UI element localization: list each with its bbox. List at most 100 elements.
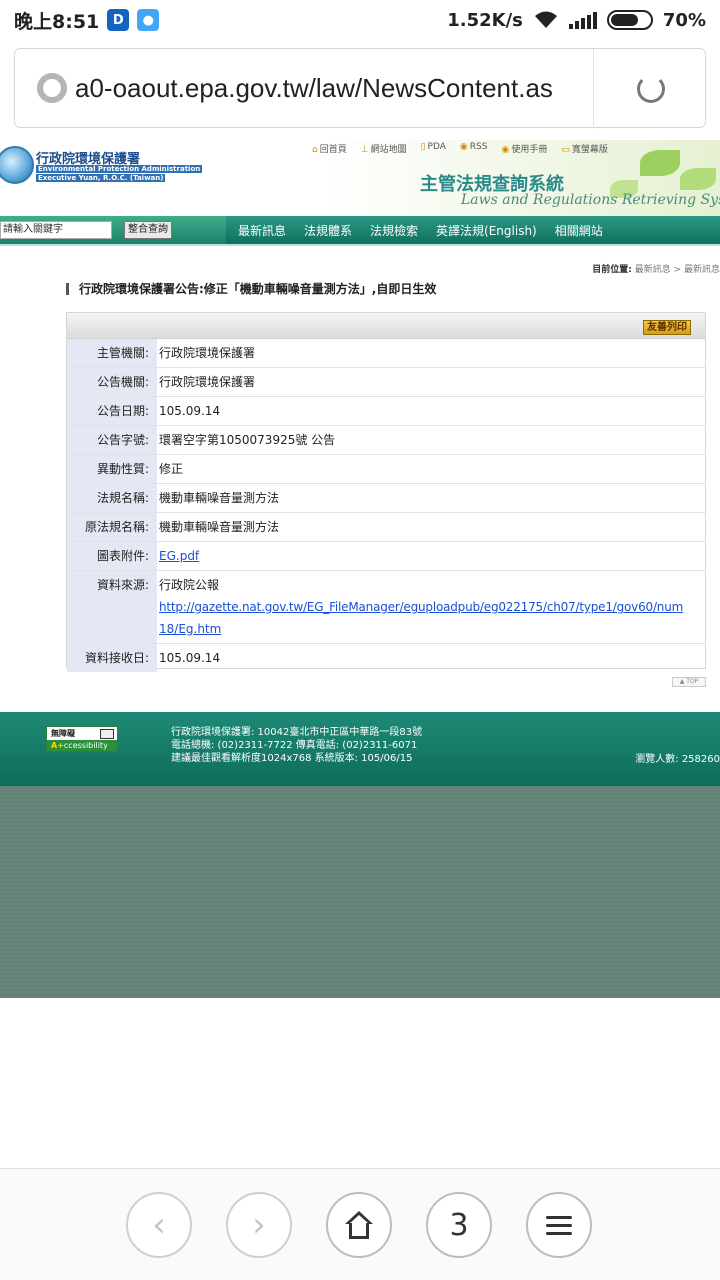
row-value: 環署空字第1050073925號 公告: [159, 433, 336, 447]
nav-item-search[interactable]: 法規檢索: [370, 222, 418, 239]
pda-icon: ▯: [420, 142, 426, 152]
attachment-link[interactable]: EG.pdf: [159, 549, 199, 563]
integrated-search-button[interactable]: 整合查詢: [124, 221, 172, 239]
breadcrumb-path[interactable]: 最新訊息 > 最新訊息: [635, 265, 720, 275]
row-label: 公告機關:: [67, 368, 157, 396]
chevron-right-icon: ›: [252, 1205, 266, 1245]
site-info-icon[interactable]: [37, 73, 67, 103]
leaf-decoration: [640, 150, 680, 176]
row-value: 105.09.14: [159, 651, 221, 665]
app-notification-icon: D: [107, 9, 130, 31]
accessibility-icon: [100, 729, 114, 739]
top-link-home[interactable]: ⌂ 回首頁: [312, 142, 347, 155]
browser-notification-icon: ●: [137, 9, 160, 31]
row-value: 行政院公報 http://gazette.nat.gov.tw/EG_FileM…: [157, 571, 705, 643]
source-link-line-1[interactable]: http://gazette.nat.gov.tw/EG_FileManager…: [159, 596, 705, 618]
wifi-icon: [534, 11, 557, 28]
leaf-decoration: [680, 168, 716, 190]
table-row: 公告日期: 105.09.14: [67, 397, 705, 426]
battery-icon: [606, 10, 653, 30]
footer-address: 行政院環境保護署: 10042臺北市中正區中華路一段83號: [171, 727, 423, 738]
table-row: 主管機關: 行政院環境保護署: [67, 339, 705, 368]
row-value: 行政院環境保護署: [159, 375, 256, 389]
epa-logo-icon[interactable]: [0, 146, 34, 184]
widescreen-icon: ▭: [561, 145, 570, 155]
system-title-en: Laws and Regulations Retrieving System: [461, 192, 720, 208]
menu-button[interactable]: [526, 1192, 592, 1258]
site-header: 行政院環境保護署 Environmental Protection Admini…: [0, 140, 720, 216]
source-name: 行政院公報: [159, 578, 220, 592]
status-right: 1.52K/s 70%: [447, 10, 706, 31]
back-button[interactable]: ‹: [126, 1192, 192, 1258]
top-link-sitemap[interactable]: ⊥ 網站地圖: [361, 142, 407, 155]
tabs-button[interactable]: 3: [426, 1192, 492, 1258]
table-row: 公告字號: 環署空字第1050073925號 公告: [67, 426, 705, 455]
top-link-widescreen[interactable]: ▭ 寬螢幕版: [561, 142, 608, 155]
hamburger-menu-icon: [546, 1215, 572, 1235]
nav-items: 最新訊息 法規體系 法規檢索 英譯法規(English) 相關網站: [226, 222, 603, 239]
nav-item-news[interactable]: 最新訊息: [238, 222, 286, 239]
row-value: 105.09.14: [159, 404, 221, 418]
home-button[interactable]: [326, 1192, 392, 1258]
home-icon: [344, 1211, 374, 1239]
address-divider: [593, 49, 594, 129]
home-icon: ⌂: [312, 145, 318, 155]
network-speed: 1.52K/s: [447, 9, 523, 31]
footer-contact: 行政院環境保護署: 10042臺北市中正區中華路一段83號 電話總機: (02)…: [171, 726, 422, 765]
accessibility-label: 無障礙: [51, 729, 75, 738]
source-link-line-2[interactable]: 18/Eg.htm: [159, 618, 705, 640]
accessibility-text: A+ccessibility: [47, 740, 117, 751]
main-nav: 請輸入關鍵字 整合查詢 最新訊息 法規體系 法規檢索 英譯法規(English)…: [0, 216, 720, 244]
row-label: 原法規名稱:: [67, 513, 157, 541]
row-label: 公告字號:: [67, 426, 157, 454]
row-label: 資料來源:: [67, 571, 157, 643]
url-text[interactable]: a0-oaout.epa.gov.tw/law/NewsContent.as: [75, 73, 575, 104]
table-row: 公告機關: 行政院環境保護署: [67, 368, 705, 397]
top-link-pda[interactable]: ▯ PDA: [421, 142, 446, 155]
title-marker: [66, 282, 69, 295]
page-backdrop: [0, 786, 720, 998]
search-area: 請輸入關鍵字 整合查詢: [0, 216, 226, 244]
print-button[interactable]: 友善列印: [643, 320, 691, 335]
browser-bottom-nav: ‹ › 3: [0, 1168, 720, 1280]
row-value: EG.pdf: [157, 542, 705, 570]
row-value: 修正: [159, 462, 184, 476]
detail-table: 友善列印 主管機關: 行政院環境保護署 公告機關: 行政院環境保護署 公告日期:…: [66, 312, 706, 672]
row-label: 法規名稱:: [67, 484, 157, 512]
row-value: 行政院環境保護署: [159, 346, 256, 360]
table-row: 資料接收日: 105.09.14: [67, 644, 705, 672]
screen: 晚上8:51 D ● 1.52K/s 70% a0-oaout.epa.gov.…: [0, 0, 720, 1280]
address-bar[interactable]: a0-oaout.epa.gov.tw/law/NewsContent.as: [14, 48, 706, 129]
table-header: 友善列印: [67, 313, 705, 339]
rss-icon: ◉: [459, 142, 468, 152]
top-link-manual[interactable]: ◉ 使用手冊: [501, 142, 547, 155]
row-label: 公告日期:: [67, 397, 157, 425]
row-label: 圖表附件:: [67, 542, 157, 570]
table-row: 資料來源: 行政院公報 http://gazette.nat.gov.tw/EG…: [67, 571, 705, 644]
signal-icon: [568, 11, 597, 29]
accessibility-badge[interactable]: 無障礙 A+ccessibility: [46, 726, 118, 752]
table-row: 圖表附件: EG.pdf: [67, 542, 705, 571]
footer-phone: 電話總機: (02)2311-7722 傳真電話: (02)2311-6071: [171, 740, 418, 751]
top-links: ⌂ 回首頁 ⊥ 網站地圖 ▯ PDA ◉ RSS ◉ 使用手冊 ▭ 寬螢幕版: [312, 142, 608, 155]
tab-count: 3: [449, 1207, 469, 1243]
page-title: 行政院環境保護署公告:修正「機動車輛噪音量測方法」,自即日生效: [66, 280, 436, 297]
nav-item-links[interactable]: 相關網站: [555, 222, 603, 239]
nav-item-english[interactable]: 英譯法規(English): [436, 222, 537, 239]
page-title-text: 行政院環境保護署公告:修正「機動車輛噪音量測方法」,自即日生效: [79, 282, 437, 296]
logo-title-en-1: Environmental Protection Administration: [36, 165, 203, 173]
row-label: 主管機關:: [67, 339, 157, 367]
breadcrumb: 目前位置: 最新訊息 > 最新訊息: [592, 262, 720, 275]
breadcrumb-label: 目前位置:: [592, 265, 632, 275]
battery-percent: 70%: [662, 9, 706, 31]
top-link-rss[interactable]: ◉ RSS: [460, 142, 488, 155]
nav-item-system[interactable]: 法規體系: [304, 222, 352, 239]
keyword-input[interactable]: 請輸入關鍵字: [0, 221, 112, 239]
forward-button[interactable]: ›: [226, 1192, 292, 1258]
visitor-count: 瀏覽人數: 258260: [635, 754, 720, 765]
nav-divider: [0, 244, 720, 246]
manual-icon: ◉: [501, 145, 510, 155]
logo-title-en-2: Executive Yuan, R.O.C. (Taiwan): [36, 174, 166, 182]
back-to-top-button[interactable]: ▲ TOP: [672, 677, 706, 687]
refresh-icon[interactable]: [637, 75, 665, 103]
